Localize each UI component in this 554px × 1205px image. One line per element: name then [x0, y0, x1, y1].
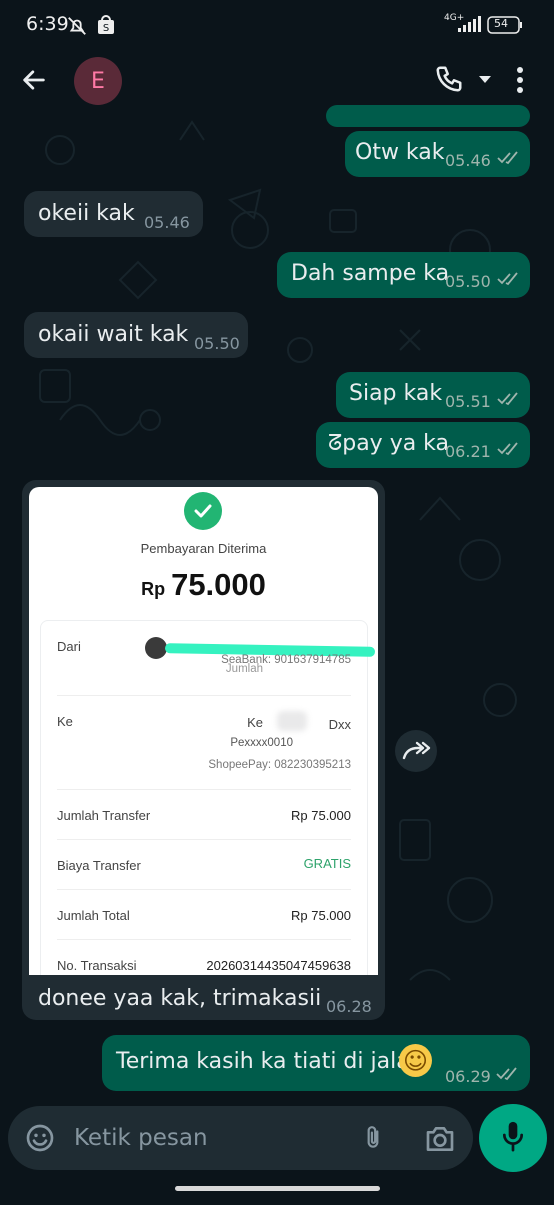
receipt-title: Pembayaran Diterima	[140, 541, 267, 556]
mic-icon	[500, 1119, 526, 1158]
receipt-row-label: Jumlah Total	[57, 908, 130, 923]
check-circle-icon	[184, 492, 222, 530]
emoji-icon[interactable]	[24, 1122, 56, 1159]
receipt-to-label: Ke	[57, 714, 73, 729]
message-text: Dah sampe ka	[291, 261, 450, 286]
receipt-row-value: 20260314435047459638	[206, 958, 351, 973]
message-text: Terima kasih ka tiati di jalan	[116, 1049, 424, 1074]
shopee-icon: S	[97, 15, 115, 40]
chat-header: E	[0, 50, 554, 110]
phone-icon[interactable]	[434, 64, 464, 99]
gesture-nav-bar[interactable]	[175, 1186, 380, 1191]
message-time: 06.21	[445, 442, 491, 461]
message-outgoing[interactable]: ᘔpay ya ka 06.21	[316, 422, 530, 468]
receipt-to-sub1: Pexxxx0010	[230, 737, 293, 749]
signal-icon	[448, 14, 482, 39]
double-check-icon	[496, 1067, 520, 1086]
receipt-row-label: Biaya Transfer	[57, 858, 141, 873]
receipt-amount: Rp 75.000	[29, 567, 378, 603]
status-time: 6:39	[26, 13, 69, 35]
message-text: donee yaa kak, trimakasii	[38, 986, 322, 1011]
more-vert-icon[interactable]	[516, 66, 524, 99]
message-input[interactable]: Ketik pesan	[74, 1125, 208, 1151]
receipt-details-card: Dari Jumlah SeaBank: 901637914785 Ke Ke …	[40, 620, 376, 975]
message-time: 05.46	[445, 151, 491, 170]
message-outgoing[interactable]: Siap kak 05.51	[336, 372, 530, 418]
avatar[interactable]: E	[74, 57, 122, 105]
message-text: okeii kak	[38, 201, 135, 226]
attach-icon[interactable]	[360, 1121, 386, 1160]
message-time: 05.50	[194, 334, 240, 353]
message-composer[interactable]: Ketik pesan	[8, 1106, 473, 1170]
message-incoming[interactable]: okaii wait kak 05.50	[24, 312, 248, 358]
battery-level: 54	[494, 17, 508, 30]
message-incoming[interactable]: okeii kak 05.46	[24, 191, 203, 237]
receipt-to-account: ShopeePay: 082230395213	[208, 759, 351, 771]
divider	[57, 839, 351, 840]
chevron-down-icon[interactable]	[478, 72, 492, 90]
receipt-row-label: No. Transaksi	[57, 958, 137, 973]
message-time: 05.50	[445, 272, 491, 291]
divider	[57, 789, 351, 790]
divider	[57, 695, 351, 696]
message-outgoing[interactable]: Otw kak 05.46	[345, 131, 530, 177]
receipt-row-value: GRATIS	[303, 856, 351, 871]
receipt-from-account: SeaBank: 901637914785	[221, 654, 351, 666]
sender-avatar	[145, 637, 167, 659]
message-text: Otw kak	[355, 140, 445, 165]
message-time: 06.29	[445, 1067, 491, 1086]
double-check-icon	[497, 272, 521, 291]
receipt-row-value: Rp 75.000	[291, 908, 351, 923]
payment-receipt-image[interactable]: Pembayaran Diterima Rp 75.000 Dari Jumlah…	[29, 487, 378, 975]
double-check-icon	[497, 151, 521, 170]
smiling-emoji-icon: ☺	[399, 1044, 432, 1077]
message-text: okaii wait kak	[38, 322, 189, 347]
receipt-from-label: Dari	[57, 639, 81, 654]
message-text: ᘔpay ya ka	[328, 431, 450, 456]
redaction-blur	[277, 711, 307, 731]
mute-icon	[66, 15, 88, 42]
message-time: 06.28	[326, 997, 372, 1016]
message-outgoing[interactable]: Terima kasih ka tiati di jalan ☺ 06.29	[102, 1035, 530, 1091]
receipt-to-name1: Ke	[247, 715, 263, 730]
divider	[57, 939, 351, 940]
receipt-to-name2: Dxx	[328, 717, 351, 732]
receipt-amount-value: 75.000	[171, 567, 266, 602]
mic-button[interactable]	[479, 1104, 547, 1172]
contact-name-redacted[interactable]	[138, 68, 288, 94]
message-time: 05.51	[445, 392, 491, 411]
receipt-currency: Rp	[141, 579, 166, 599]
message-text: Siap kak	[349, 381, 443, 406]
receipt-row-value: Rp 75.000	[291, 808, 351, 823]
forward-icon[interactable]	[395, 730, 437, 772]
divider	[57, 889, 351, 890]
double-check-icon	[497, 442, 521, 461]
camera-icon[interactable]	[424, 1124, 456, 1159]
message-outgoing[interactable]: Dah sampe ka 05.50	[277, 252, 530, 298]
status-bar: 6:39 S 4G+ 54	[0, 0, 554, 50]
svg-text:S: S	[103, 23, 109, 34]
receipt-row-label: Jumlah Transfer	[57, 808, 151, 823]
double-check-icon	[497, 392, 521, 411]
message-time: 05.46	[144, 213, 190, 232]
back-arrow-icon[interactable]	[20, 66, 48, 99]
